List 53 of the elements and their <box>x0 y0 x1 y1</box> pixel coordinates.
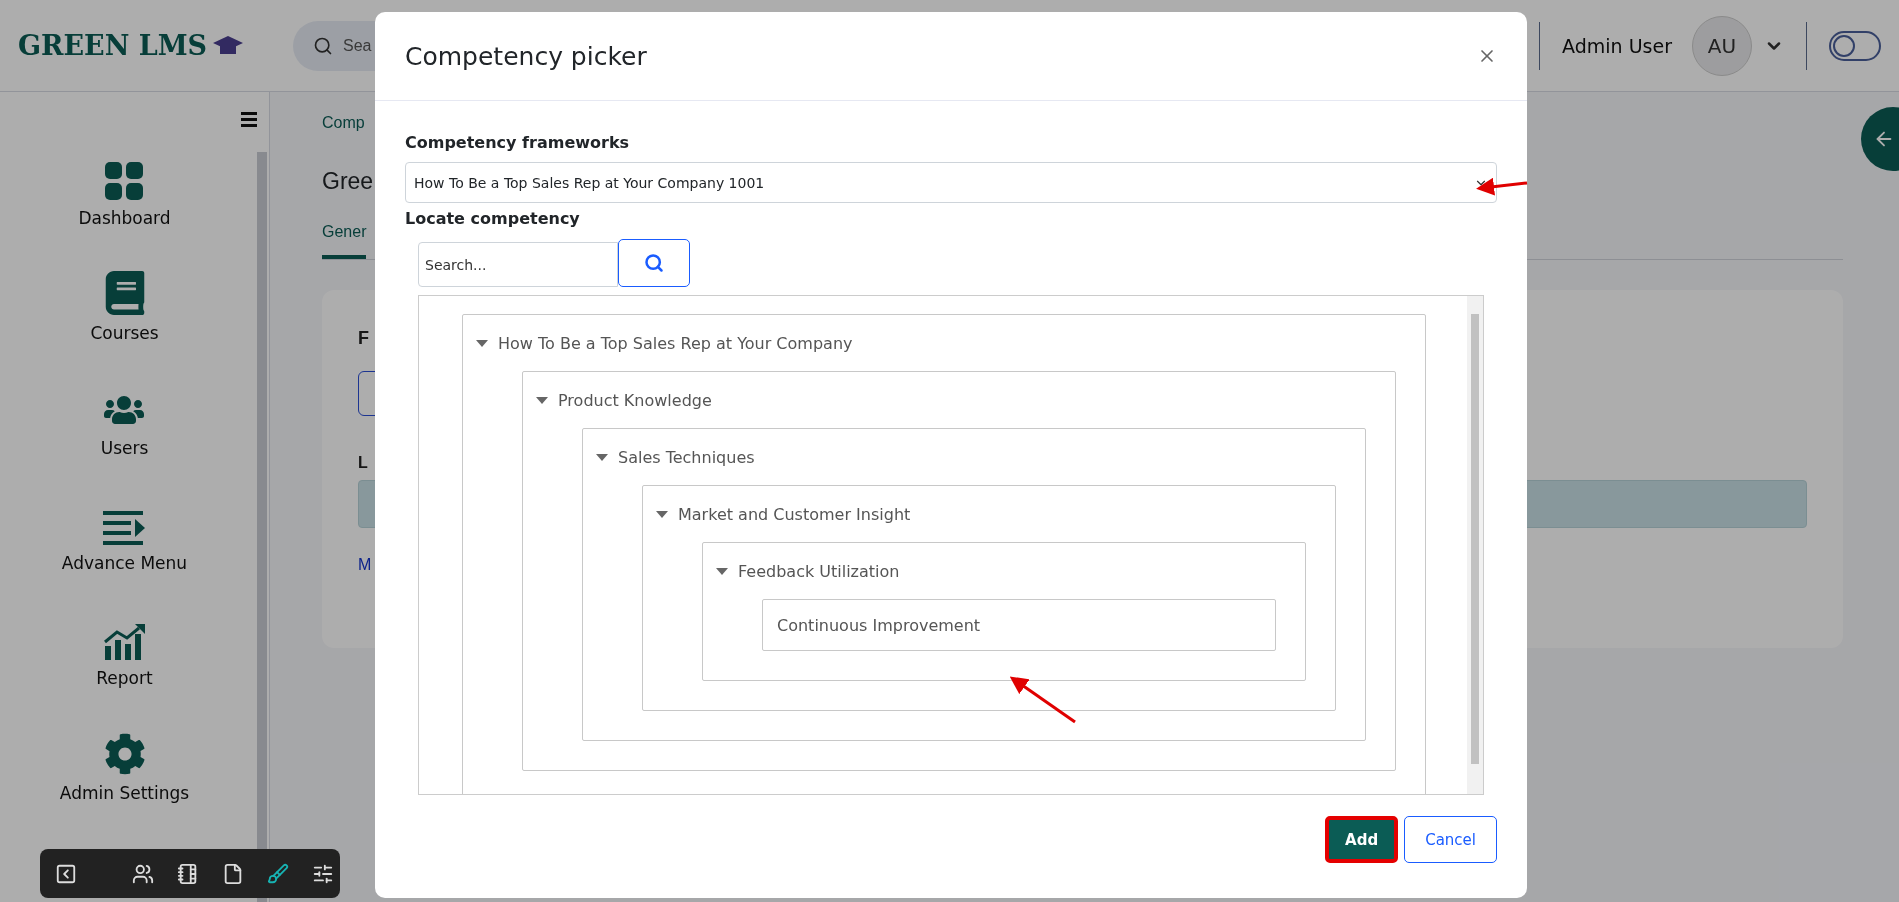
sidebar-item[interactable]: Admin Settings <box>59 783 190 803</box>
field-label: L <box>358 454 368 472</box>
cancel-button[interactable]: Cancel <box>1404 816 1497 863</box>
dashboard-icon <box>105 162 144 200</box>
caret-icon[interactable] <box>476 339 488 347</box>
tree-item[interactable]: How To Be a Top Sales Rep at Your Company <box>498 333 853 353</box>
framework-select[interactable]: How To Be a Top Sales Rep at Your Company 1001 <box>405 162 1497 203</box>
sidebar-item[interactable]: Users <box>100 438 149 458</box>
logo: GREEN LMS <box>18 30 208 61</box>
users-icon[interactable] <box>132 862 154 885</box>
tree-item[interactable]: Market and Customer Insight <box>678 504 911 524</box>
avatar[interactable]: AU <box>1692 15 1752 76</box>
tree-item[interactable]: Sales Techniques <box>618 447 755 467</box>
gear-icon <box>103 733 146 775</box>
caret-icon[interactable] <box>536 396 548 404</box>
search-button[interactable] <box>618 239 690 287</box>
sidebar-item[interactable]: Report <box>96 668 153 688</box>
menu-list-icon <box>103 511 146 545</box>
search-field[interactable]: Search... <box>418 242 618 287</box>
search-icon <box>313 35 333 56</box>
scrollbar[interactable] <box>257 152 267 902</box>
caret-icon[interactable] <box>656 510 668 518</box>
dialog-title: Competency picker <box>405 41 647 71</box>
breadcrumb[interactable]: Comp <box>322 114 365 132</box>
field-label: Competency frameworks <box>405 133 631 152</box>
sidebar-item[interactable]: Advance Menu <box>61 553 188 573</box>
tree-item[interactable]: Product Knowledge <box>558 390 712 410</box>
file-icon[interactable] <box>222 862 244 885</box>
notebook-icon[interactable] <box>177 862 199 885</box>
tree-item[interactable]: Continuous Improvement <box>762 599 1276 651</box>
search-icon <box>644 253 664 273</box>
scrollbar[interactable] <box>1467 296 1483 794</box>
link[interactable]: M <box>358 556 372 574</box>
card-heading: F <box>358 328 369 349</box>
add-button[interactable]: Add <box>1325 816 1399 863</box>
tab[interactable]: Gener <box>322 223 367 259</box>
chart-icon <box>103 624 146 660</box>
sidebar-item[interactable]: Dashboard <box>78 208 171 228</box>
tree-item[interactable]: Feedback Utilization <box>738 561 900 581</box>
annotation-arrow <box>1476 177 1528 196</box>
sliders-icon[interactable] <box>312 862 334 885</box>
user-name: Admin User <box>1562 34 1672 57</box>
graduation-cap-icon <box>213 35 244 56</box>
brush-icon[interactable] <box>267 862 289 885</box>
page-title: Gree <box>322 168 374 195</box>
caret-icon[interactable] <box>596 453 608 461</box>
field-label: Locate competency <box>405 209 581 228</box>
sidebar-item[interactable]: Courses <box>90 323 159 343</box>
menu-icon[interactable] <box>241 112 257 127</box>
theme-toggle[interactable] <box>1829 30 1881 61</box>
annotation-arrow <box>1009 676 1076 724</box>
caret-icon[interactable] <box>716 567 728 575</box>
back-icon[interactable] <box>55 862 77 885</box>
